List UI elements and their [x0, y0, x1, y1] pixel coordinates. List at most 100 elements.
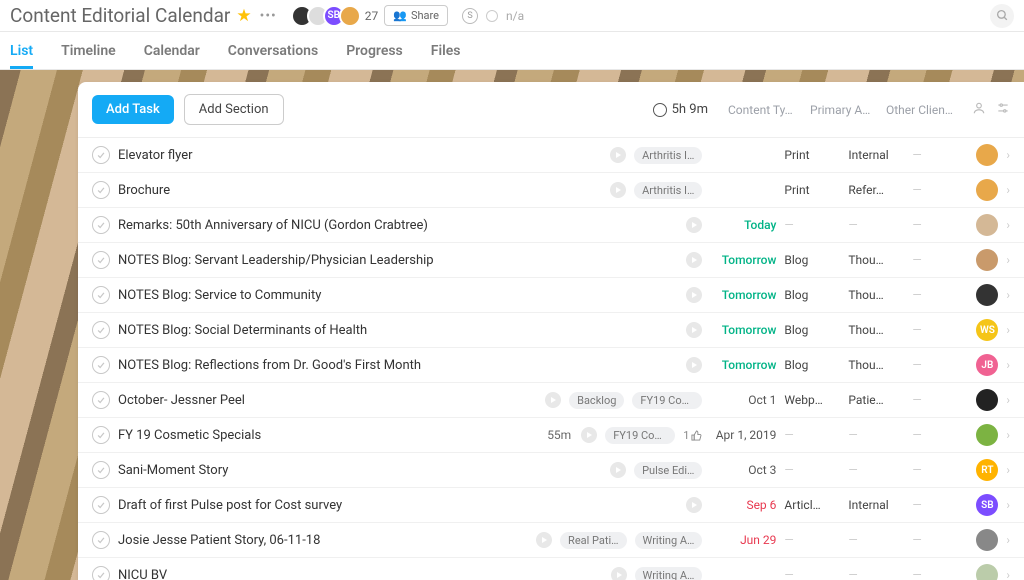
like-count[interactable]: 1	[683, 429, 702, 442]
custom-field-2[interactable]: —	[848, 218, 904, 232]
color-icon[interactable]	[486, 10, 498, 22]
play-icon[interactable]	[686, 497, 702, 513]
custom-field-2[interactable]: —	[848, 568, 904, 580]
complete-check-icon[interactable]	[92, 391, 110, 409]
due-date[interactable]: Oct 1	[710, 393, 776, 407]
custom-field-3[interactable]: —	[912, 463, 968, 477]
play-icon[interactable]	[686, 322, 702, 338]
custom-field-1[interactable]: Blog	[784, 358, 840, 372]
chevron-right-icon[interactable]: ›	[1006, 253, 1010, 267]
chevron-right-icon[interactable]: ›	[1006, 533, 1010, 547]
due-date[interactable]: Tomorrow	[710, 288, 776, 302]
chevron-right-icon[interactable]: ›	[1006, 428, 1010, 442]
tab-conversations[interactable]: Conversations	[228, 32, 318, 69]
assignee-avatar[interactable]: JB	[976, 354, 998, 376]
task-tag[interactable]: FY19 Cos…	[632, 392, 702, 409]
custom-field-2[interactable]: Patie…	[848, 393, 904, 407]
custom-field-2[interactable]: Internal	[848, 148, 904, 162]
custom-field-1[interactable]: —	[784, 463, 840, 477]
custom-field-1[interactable]: —	[784, 568, 840, 580]
custom-field-2[interactable]: Thou…	[848, 253, 904, 267]
assignee-avatar[interactable]	[976, 389, 998, 411]
task-name[interactable]: October- Jessner Peel	[118, 393, 537, 408]
task-name[interactable]: Draft of first Pulse post for Cost surve…	[118, 498, 678, 513]
assignee-avatar[interactable]	[976, 144, 998, 166]
play-icon[interactable]	[686, 357, 702, 373]
complete-check-icon[interactable]	[92, 286, 110, 304]
custom-field-3[interactable]: —	[912, 533, 968, 547]
task-row[interactable]: FY 19 Cosmetic Specials55mFY19 Cos…1Apr …	[78, 418, 1024, 453]
custom-field-3[interactable]: —	[912, 498, 968, 512]
task-row[interactable]: NOTES Blog: Social Determinants of Healt…	[78, 313, 1024, 348]
custom-field-1[interactable]: Print	[784, 148, 840, 162]
play-icon[interactable]	[610, 462, 626, 478]
member-avatars[interactable]: SB 27	[291, 5, 379, 27]
custom-field-1[interactable]: Blog	[784, 323, 840, 337]
task-tag[interactable]: Writing A…	[635, 567, 703, 580]
task-name[interactable]: NOTES Blog: Servant Leadership/Physician…	[118, 253, 678, 268]
person-icon[interactable]	[972, 100, 986, 119]
custom-field-3[interactable]: —	[912, 428, 968, 442]
custom-field-1[interactable]: —	[784, 428, 840, 442]
custom-field-3[interactable]: —	[912, 288, 968, 302]
due-date[interactable]: Today	[710, 218, 776, 232]
tab-timeline[interactable]: Timeline	[61, 32, 116, 69]
assignee-avatar[interactable]: WS	[976, 319, 998, 341]
play-icon[interactable]	[536, 532, 552, 548]
task-tag[interactable]: FY19 Cos…	[605, 427, 675, 444]
search-icon[interactable]	[990, 4, 1014, 28]
task-tag[interactable]: Arthritis I…	[634, 182, 702, 199]
task-name[interactable]: Remarks: 50th Anniversary of NICU (Gordo…	[118, 218, 678, 233]
chevron-right-icon[interactable]: ›	[1006, 218, 1010, 232]
task-row[interactable]: NOTES Blog: Reflections from Dr. Good's …	[78, 348, 1024, 383]
complete-check-icon[interactable]	[92, 181, 110, 199]
play-icon[interactable]	[545, 392, 561, 408]
tab-progress[interactable]: Progress	[346, 32, 403, 69]
custom-field-3[interactable]: —	[912, 218, 968, 232]
play-icon[interactable]	[610, 182, 626, 198]
complete-check-icon[interactable]	[92, 356, 110, 374]
add-section-button[interactable]: Add Section	[184, 94, 284, 125]
chevron-right-icon[interactable]: ›	[1006, 323, 1010, 337]
complete-check-icon[interactable]	[92, 321, 110, 339]
chevron-right-icon[interactable]: ›	[1006, 183, 1010, 197]
task-tag[interactable]: Real Pati…	[560, 532, 627, 549]
more-icon[interactable]: •••	[258, 8, 279, 24]
chevron-right-icon[interactable]: ›	[1006, 463, 1010, 477]
play-icon[interactable]	[610, 147, 626, 163]
task-name[interactable]: NICU BV	[118, 568, 603, 580]
custom-field-3[interactable]: —	[912, 183, 968, 197]
custom-field-2[interactable]: Refer…	[848, 183, 904, 197]
play-icon[interactable]	[581, 427, 597, 443]
task-name[interactable]: Josie Jesse Patient Story, 06-11-18	[118, 533, 528, 548]
due-date[interactable]: Oct 3	[710, 463, 776, 477]
custom-field-2[interactable]: Thou…	[848, 288, 904, 302]
task-tag[interactable]: Arthritis I…	[634, 147, 702, 164]
task-tag[interactable]: Writing A…	[635, 532, 703, 549]
custom-field-3[interactable]: —	[912, 393, 968, 407]
task-tag[interactable]: Pulse Edi…	[634, 462, 702, 479]
assignee-avatar[interactable]	[976, 529, 998, 551]
due-date[interactable]: Jun 29	[710, 533, 776, 547]
complete-check-icon[interactable]	[92, 531, 110, 549]
task-name[interactable]: NOTES Blog: Service to Community	[118, 288, 678, 303]
task-row[interactable]: Draft of first Pulse post for Cost surve…	[78, 488, 1024, 523]
complete-check-icon[interactable]	[92, 426, 110, 444]
share-button[interactable]: 👥 Share	[384, 5, 448, 26]
task-row[interactable]: Sani-Moment StoryPulse Edi…Oct 3———RT›	[78, 453, 1024, 488]
task-tag[interactable]: Backlog	[569, 392, 624, 409]
task-row[interactable]: Remarks: 50th Anniversary of NICU (Gordo…	[78, 208, 1024, 243]
column-other-client[interactable]: Other Clien…	[886, 103, 956, 117]
complete-check-icon[interactable]	[92, 566, 110, 580]
task-name[interactable]: Sani-Moment Story	[118, 463, 602, 478]
assignee-avatar[interactable]	[976, 179, 998, 201]
task-name[interactable]: NOTES Blog: Reflections from Dr. Good's …	[118, 358, 678, 373]
due-date[interactable]: Tomorrow	[710, 253, 776, 267]
column-content-type[interactable]: Content Ty…	[728, 103, 800, 117]
complete-check-icon[interactable]	[92, 146, 110, 164]
custom-field-1[interactable]: Articl…	[784, 498, 840, 512]
chevron-right-icon[interactable]: ›	[1006, 393, 1010, 407]
custom-field-2[interactable]: —	[848, 463, 904, 477]
complete-check-icon[interactable]	[92, 251, 110, 269]
assignee-avatar[interactable]: SB	[976, 494, 998, 516]
